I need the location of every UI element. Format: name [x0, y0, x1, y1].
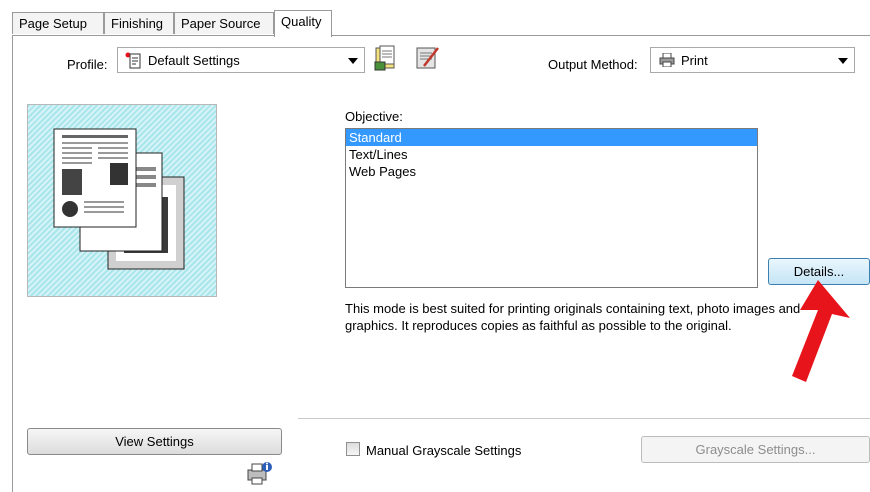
printer-info-icon: [247, 462, 272, 485]
manual-grayscale-label: Manual Grayscale Settings: [366, 443, 522, 458]
objective-listbox[interactable]: Standard Text/Lines Web Pages: [345, 128, 758, 288]
annotation-arrow-icon: [792, 280, 850, 382]
add-profile-icon: [374, 45, 395, 71]
edit-profile-button[interactable]: [412, 44, 442, 72]
output-method-label: Output Method:: [548, 57, 638, 72]
view-settings-button[interactable]: View Settings: [27, 428, 282, 455]
profile-label: Profile:: [67, 57, 108, 72]
objective-option-web-pages[interactable]: Web Pages: [346, 163, 757, 180]
profile-dropdown[interactable]: Default Settings: [117, 47, 365, 73]
profile-value: Default Settings: [148, 53, 240, 68]
add-profile-button[interactable]: [372, 44, 402, 72]
objective-option-text-lines[interactable]: Text/Lines: [346, 146, 757, 163]
separator-line: [298, 418, 870, 419]
document-preview-icon: [53, 128, 185, 270]
edit-profile-icon: [416, 47, 439, 69]
printer-info-button[interactable]: [244, 460, 274, 486]
output-method-dropdown[interactable]: Print: [650, 47, 855, 73]
tab-paper-source[interactable]: Paper Source: [174, 12, 274, 34]
manual-grayscale-checkbox[interactable]: [346, 442, 360, 456]
output-method-value: Print: [681, 53, 708, 68]
quality-preview-image: [27, 104, 217, 297]
grayscale-settings-button[interactable]: Grayscale Settings...: [641, 436, 870, 463]
chevron-down-icon: [838, 58, 848, 64]
document-icon: [125, 52, 143, 73]
chevron-down-icon: [348, 58, 358, 64]
objective-option-standard[interactable]: Standard: [346, 129, 757, 146]
printer-icon: [659, 52, 675, 70]
tab-quality[interactable]: Quality: [274, 10, 332, 37]
tab-finishing[interactable]: Finishing: [104, 12, 174, 34]
tab-page-setup[interactable]: Page Setup: [12, 12, 104, 34]
objective-label: Objective:: [345, 109, 403, 124]
